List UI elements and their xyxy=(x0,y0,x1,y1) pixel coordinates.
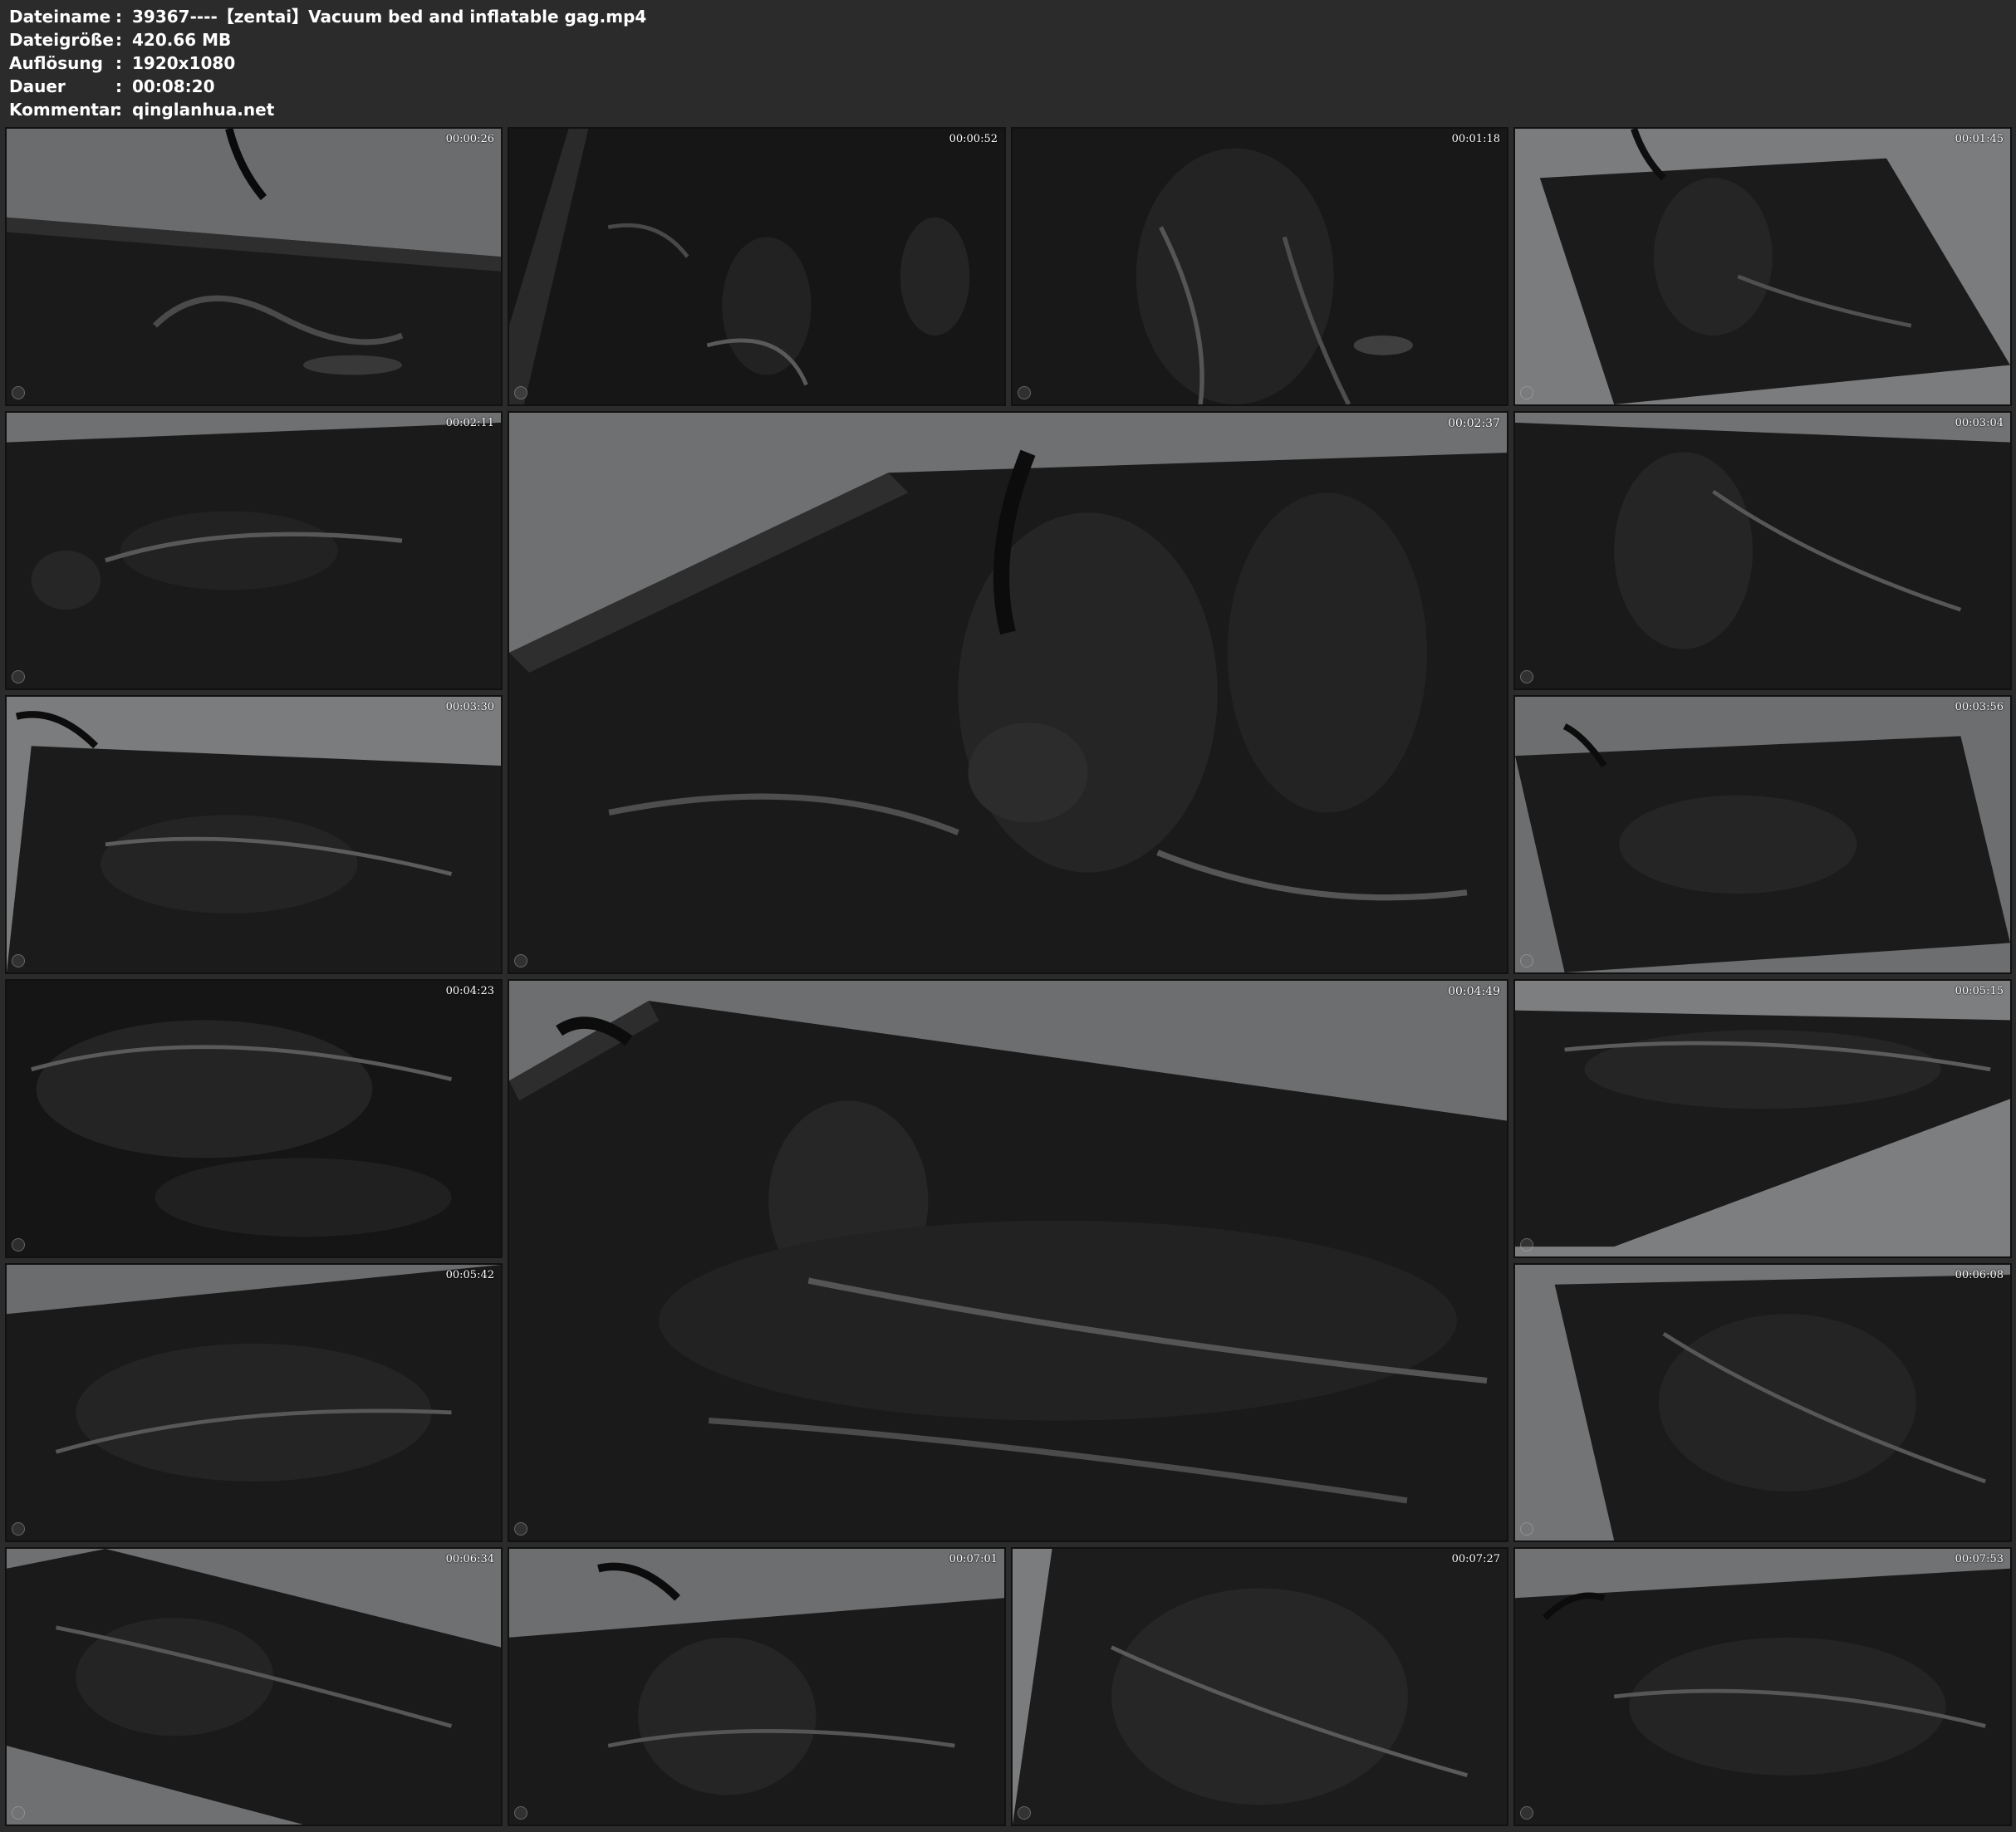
watermark-icon xyxy=(514,386,527,399)
thumbnail-17[interactable]: 00:07:27 xyxy=(1011,1547,1508,1826)
filesize-label: Dateigröße xyxy=(9,30,114,50)
watermark-icon xyxy=(1018,386,1031,399)
comment-separator: : xyxy=(115,100,122,120)
thumbnail-05-image xyxy=(7,413,501,688)
resolution-value: 1920x1080 xyxy=(132,53,236,73)
watermark-icon xyxy=(514,954,527,967)
watermark-icon xyxy=(1520,1806,1533,1820)
thumbnail-11[interactable]: 00:04:49 xyxy=(508,979,1508,1542)
watermark-icon xyxy=(1520,954,1533,967)
thumbnail-16-timestamp: 00:07:01 xyxy=(949,1553,998,1565)
thumbnail-06-image xyxy=(509,413,1507,972)
watermark-icon xyxy=(1520,1522,1533,1536)
thumbnail-07-image xyxy=(1515,413,2010,688)
thumbnail-18[interactable]: 00:07:53 xyxy=(1513,1547,2012,1826)
thumbnail-09-image xyxy=(1515,697,2010,972)
watermark-icon xyxy=(12,1806,25,1820)
thumbnail-07[interactable]: 00:03:04 xyxy=(1513,411,2012,690)
thumbnail-09[interactable]: 00:03:56 xyxy=(1513,695,2012,974)
thumbnail-14[interactable]: 00:06:08 xyxy=(1513,1263,2012,1542)
filename-separator: : xyxy=(115,7,122,27)
comment-value: qinglanhua.net xyxy=(132,100,275,120)
thumbnail-10-image xyxy=(7,981,501,1256)
thumbnail-16-image xyxy=(509,1549,1004,1825)
thumbnail-11-image xyxy=(509,981,1507,1541)
watermark-icon xyxy=(12,1522,25,1536)
thumbnail-12-image xyxy=(1515,981,2010,1256)
watermark-icon xyxy=(12,670,25,683)
thumbnail-12-timestamp: 00:05:15 xyxy=(1955,985,2004,997)
file-info-header: Dateiname : 39367----【zentai】Vacuum bed … xyxy=(0,0,2016,125)
thumbnail-06[interactable]: 00:02:37 xyxy=(508,411,1508,974)
thumbnail-17-image xyxy=(1013,1549,1507,1825)
thumbnail-02[interactable]: 00:00:52 xyxy=(508,127,1006,406)
duration-label: Dauer xyxy=(9,76,66,96)
duration-separator: : xyxy=(115,76,122,96)
thumbnail-15-image xyxy=(7,1549,501,1825)
thumbnail-05-timestamp: 00:02:11 xyxy=(445,417,494,429)
comment-label: Kommentar xyxy=(9,100,119,120)
thumbnail-03[interactable]: 00:01:18 xyxy=(1011,127,1508,406)
thumbnail-17-timestamp: 00:07:27 xyxy=(1451,1553,1500,1565)
thumbnail-01[interactable]: 00:00:26 xyxy=(5,127,503,406)
thumbnail-14-timestamp: 00:06:08 xyxy=(1955,1269,2004,1281)
thumbnail-15-timestamp: 00:06:34 xyxy=(445,1553,494,1565)
thumbnail-10[interactable]: 00:04:23 xyxy=(5,979,503,1258)
watermark-icon xyxy=(12,954,25,967)
thumbnail-13[interactable]: 00:05:42 xyxy=(5,1263,503,1542)
thumbnail-10-timestamp: 00:04:23 xyxy=(445,985,494,997)
thumbnail-08-timestamp: 00:03:30 xyxy=(445,701,494,713)
watermark-icon xyxy=(1520,670,1533,683)
thumbnail-04[interactable]: 00:01:45 xyxy=(1513,127,2012,406)
thumbnail-09-timestamp: 00:03:56 xyxy=(1955,701,2004,713)
thumbnail-03-timestamp: 00:01:18 xyxy=(1451,133,1500,145)
watermark-icon xyxy=(12,386,25,399)
thumbnail-08-image xyxy=(7,697,501,972)
filename-value: 39367----【zentai】Vacuum bed and inflatab… xyxy=(132,7,647,27)
thumbnail-12[interactable]: 00:05:15 xyxy=(1513,979,2012,1258)
thumbnail-15[interactable]: 00:06:34 xyxy=(5,1547,503,1826)
thumbnail-18-image xyxy=(1515,1549,2010,1825)
thumbnail-08[interactable]: 00:03:30 xyxy=(5,695,503,974)
thumbnail-14-image xyxy=(1515,1265,2010,1541)
thumbnail-05[interactable]: 00:02:11 xyxy=(5,411,503,690)
thumbnail-04-image xyxy=(1515,129,2010,404)
resolution-separator: : xyxy=(115,53,122,73)
thumbnail-18-timestamp: 00:07:53 xyxy=(1955,1553,2004,1565)
resolution-label: Auflösung xyxy=(9,53,103,73)
thumbnail-02-image xyxy=(509,129,1004,404)
filesize-value: 420.66 MB xyxy=(132,30,232,50)
thumbnail-13-timestamp: 00:05:42 xyxy=(445,1269,494,1281)
thumbnail-01-image xyxy=(7,129,501,404)
watermark-icon xyxy=(1018,1806,1031,1820)
watermark-icon xyxy=(1520,386,1533,399)
duration-value: 00:08:20 xyxy=(132,76,215,96)
thumbnail-02-timestamp: 00:00:52 xyxy=(949,133,998,145)
filesize-separator: : xyxy=(115,30,122,50)
watermark-icon xyxy=(1520,1238,1533,1252)
thumbnail-11-timestamp: 00:04:49 xyxy=(1448,985,1500,998)
watermark-icon xyxy=(514,1806,527,1820)
thumbnail-16[interactable]: 00:07:01 xyxy=(508,1547,1006,1826)
thumbnail-13-image xyxy=(7,1265,501,1541)
filename-label: Dateiname xyxy=(9,7,111,27)
thumbnail-04-timestamp: 00:01:45 xyxy=(1955,133,2004,145)
thumbnail-06-timestamp: 00:02:37 xyxy=(1448,417,1500,430)
thumbnail-03-image xyxy=(1013,129,1507,404)
watermark-icon xyxy=(514,1522,527,1536)
watermark-icon xyxy=(12,1238,25,1252)
thumbnail-07-timestamp: 00:03:04 xyxy=(1955,417,2004,429)
thumbnail-01-timestamp: 00:00:26 xyxy=(445,133,494,145)
